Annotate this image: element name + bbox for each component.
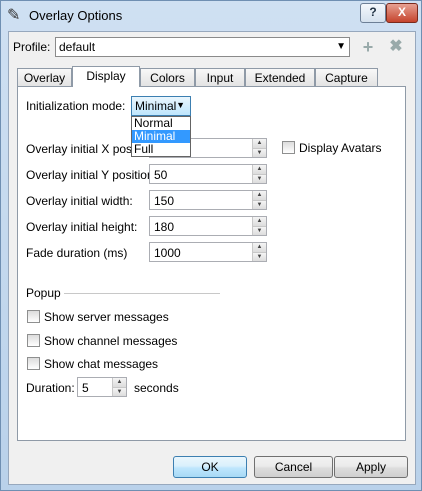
profile-select-value: default: [59, 40, 96, 54]
init-mode-value: Minimal: [135, 99, 177, 113]
tab-display[interactable]: Display: [72, 66, 140, 87]
window-title: Overlay Options: [29, 8, 123, 23]
spin-down-icon[interactable]: ▼: [252, 252, 266, 261]
tab-colors[interactable]: Colors: [140, 68, 195, 86]
chevron-down-icon: ▼: [176, 100, 185, 110]
width-label: Overlay initial width:: [26, 194, 133, 208]
chevron-down-icon: ▼: [336, 41, 346, 52]
title-bar[interactable]: ✎ Overlay Options ? X: [1, 1, 421, 31]
cancel-button[interactable]: Cancel: [254, 456, 333, 478]
spin-up-icon[interactable]: ▲: [252, 217, 266, 226]
init-mode-select[interactable]: Minimal ▼: [131, 96, 191, 116]
app-icon: ✎: [7, 7, 21, 24]
display-avatars-checkbox[interactable]: [282, 141, 295, 154]
profile-label: Profile:: [13, 40, 51, 54]
init-mode-label: Initialization mode:: [26, 99, 126, 113]
show-chat-messages-checkbox[interactable]: [27, 357, 40, 370]
popup-separator: [64, 293, 220, 294]
fade-duration-label: Fade duration (ms): [26, 246, 128, 260]
width-spinbox[interactable]: 150 ▲ ▼: [149, 190, 267, 210]
close-button[interactable]: X: [386, 3, 418, 23]
spin-up-icon[interactable]: ▲: [252, 165, 266, 174]
init-mode-option-full[interactable]: Full: [132, 143, 190, 156]
tab-overlay[interactable]: Overlay: [17, 68, 72, 86]
height-spinbox[interactable]: 180 ▲ ▼: [149, 216, 267, 236]
spin-down-icon[interactable]: ▼: [112, 387, 126, 396]
show-chat-messages-label: Show chat messages: [44, 357, 159, 371]
popup-group-header: Popup: [26, 286, 61, 300]
tab-capture[interactable]: Capture: [315, 68, 378, 86]
duration-spinbox[interactable]: 5 ▲ ▼: [77, 377, 127, 397]
tab-input[interactable]: Input: [195, 68, 245, 86]
display-tab-panel: Initialization mode: Minimal ▼ Normal Mi…: [17, 86, 406, 441]
height-label: Overlay initial height:: [26, 220, 138, 234]
apply-button[interactable]: Apply: [334, 456, 408, 478]
help-button[interactable]: ?: [360, 3, 386, 23]
show-server-messages-checkbox[interactable]: [27, 310, 40, 323]
spin-up-icon[interactable]: ▲: [252, 139, 266, 148]
spin-down-icon[interactable]: ▼: [252, 174, 266, 183]
spin-down-icon[interactable]: ▼: [252, 200, 266, 209]
fade-duration-value: 1000: [154, 246, 181, 260]
remove-profile-button[interactable]: ✖: [386, 37, 406, 57]
dialog-client-area: Profile: default ▼ + ✖ Overlay Display C…: [8, 31, 416, 485]
add-profile-button[interactable]: +: [358, 37, 378, 57]
show-channel-messages-checkbox[interactable]: [27, 334, 40, 347]
fade-duration-spinbox[interactable]: 1000 ▲ ▼: [149, 242, 267, 262]
spin-up-icon[interactable]: ▲: [252, 243, 266, 252]
y-position-label: Overlay initial Y position:: [26, 168, 157, 182]
display-avatars-label: Display Avatars: [299, 141, 382, 155]
spin-down-icon[interactable]: ▼: [252, 148, 266, 157]
y-position-value: 50: [154, 168, 168, 182]
show-server-messages-label: Show server messages: [44, 310, 169, 324]
spin-up-icon[interactable]: ▲: [252, 191, 266, 200]
ok-button[interactable]: OK: [173, 456, 247, 478]
init-mode-dropdown: Normal Minimal Full: [131, 116, 191, 157]
duration-value: 5: [82, 381, 89, 395]
profile-select[interactable]: default ▼: [55, 37, 350, 57]
show-channel-messages-label: Show channel messages: [44, 334, 178, 348]
spin-up-icon[interactable]: ▲: [112, 378, 126, 387]
width-value: 150: [154, 194, 175, 208]
x-position-label: Overlay initial X posi: [26, 142, 135, 156]
duration-label: Duration:: [26, 381, 75, 395]
overlay-options-window: ✎ Overlay Options ? X Profile: default ▼…: [0, 0, 422, 491]
height-value: 180: [154, 220, 175, 234]
tab-extended[interactable]: Extended: [245, 68, 315, 86]
y-position-spinbox[interactable]: 50 ▲ ▼: [149, 164, 267, 184]
spin-down-icon[interactable]: ▼: [252, 226, 266, 235]
seconds-label: seconds: [134, 381, 179, 395]
